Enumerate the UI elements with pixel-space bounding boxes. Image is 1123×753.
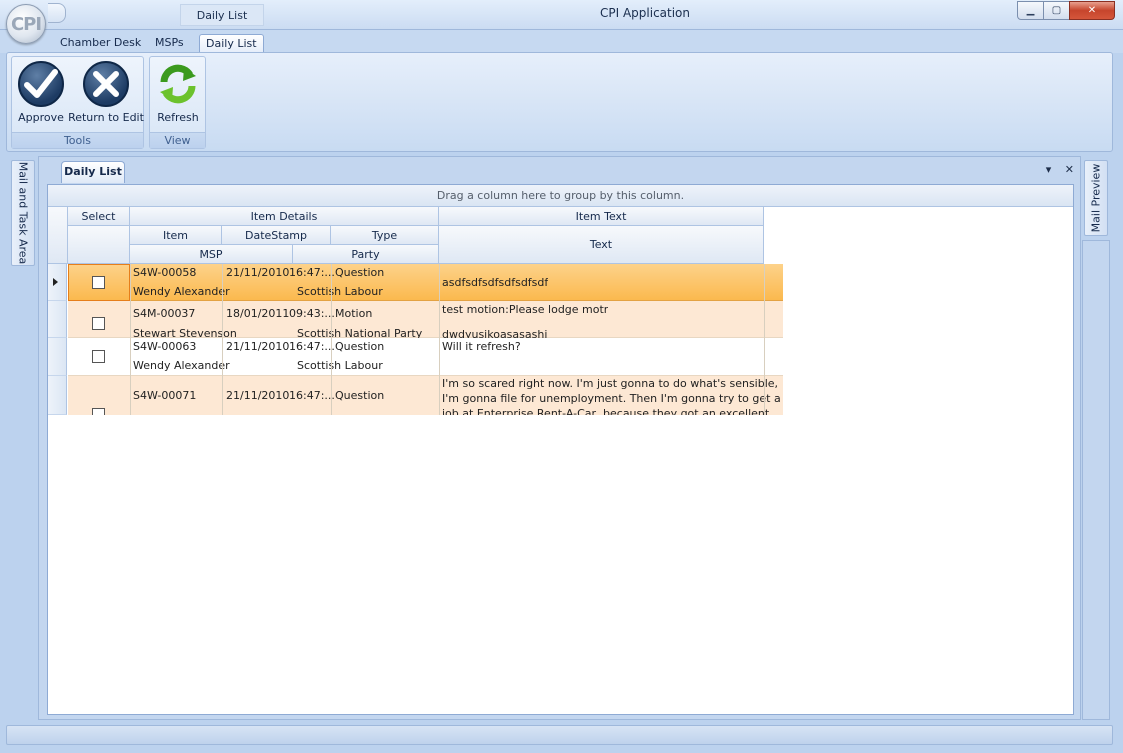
title-bar: Daily List CPI Application ▁ ▢ ✕: [0, 0, 1123, 30]
return-x-icon: [83, 61, 129, 107]
group-label-view: View: [150, 132, 205, 148]
document-title: Daily List: [180, 4, 264, 26]
tab-daily-list-document[interactable]: Daily List: [61, 161, 125, 183]
grid-line: [764, 264, 765, 415]
time-cell: 09:43:...: [289, 307, 335, 320]
refresh-label: Refresh: [157, 111, 199, 124]
text-cell: test motion:Please lodge motr: [442, 303, 609, 316]
text-cell-line-3: job at Enterprise Rent-A-Car, because th…: [442, 407, 770, 415]
group-by-panel[interactable]: Drag a column here to group by this colu…: [48, 185, 1073, 207]
item-cell: S4M-00037: [133, 307, 196, 320]
text-cell: Will it refresh?: [442, 340, 521, 353]
grid-line: [439, 264, 440, 415]
type-cell: Motion: [335, 307, 373, 320]
right-pane-gutter: [1082, 240, 1110, 720]
select-checkbox[interactable]: [92, 350, 105, 363]
column-text-header[interactable]: Text: [439, 226, 764, 264]
msp-cell: Wendy Alexander: [133, 285, 230, 298]
date-cell: 21/11/2010: [226, 266, 290, 279]
band-select[interactable]: Select: [68, 207, 130, 226]
tab-chamber-desk[interactable]: Chamber Desk: [54, 34, 147, 53]
group-label-tools: Tools: [12, 132, 143, 148]
column-party-header[interactable]: Party: [293, 245, 439, 264]
column-select-header[interactable]: [68, 226, 130, 264]
maximize-button[interactable]: ▢: [1043, 1, 1070, 20]
party-cell: Scottish Labour: [297, 359, 383, 372]
application-orb-button[interactable]: CPI: [6, 4, 46, 44]
minimize-icon: ▁: [1026, 5, 1035, 16]
document-controls: ▾ ✕: [1036, 163, 1074, 176]
date-cell: 21/11/2010: [226, 340, 290, 353]
band-item-text[interactable]: Item Text: [439, 207, 764, 226]
table-row[interactable]: S4W-00063 21/11/2010 16:47:... Question …: [68, 338, 783, 376]
type-cell: Question: [335, 340, 385, 353]
type-cell: Question: [335, 266, 385, 279]
minimize-button[interactable]: ▁: [1017, 1, 1044, 20]
maximize-icon: ▢: [1051, 5, 1062, 16]
row-indicator-header: [48, 207, 68, 264]
return-to-edit-label: Return to Edit: [68, 111, 144, 124]
daily-list-grid: Drag a column here to group by this colu…: [47, 184, 1074, 715]
item-cell: S4W-00071: [133, 389, 197, 402]
column-msp-header[interactable]: MSP: [130, 245, 293, 264]
close-button[interactable]: ✕: [1069, 1, 1115, 20]
table-row[interactable]: S4M-00037 18/01/2011 09:43:... Motion St…: [68, 301, 783, 340]
ribbon-group-tools: Approve Return to Edit Tools: [11, 56, 144, 149]
table-row[interactable]: S4W-00058 21/11/2010 16:47:... Question …: [68, 264, 783, 301]
app-title: CPI Application: [599, 6, 691, 20]
quick-access-toolbar[interactable]: [48, 3, 66, 23]
date-cell: 18/01/2011: [226, 307, 290, 320]
mail-and-task-area-label: Mail and Task Area: [16, 161, 30, 265]
row-indicator[interactable]: [48, 376, 67, 415]
grid-line: [130, 264, 131, 415]
dropdown-arrow-icon[interactable]: ▾: [1046, 163, 1052, 176]
msp-cell: Wendy Alexander: [133, 359, 230, 372]
mail-preview-label: Mail Preview: [1089, 163, 1103, 233]
mail-preview-tab[interactable]: Mail Preview: [1084, 160, 1108, 236]
row-indicator[interactable]: [48, 301, 67, 338]
column-type-header[interactable]: Type: [331, 226, 439, 245]
refresh-icon: [155, 61, 201, 107]
approve-check-icon: [18, 61, 64, 107]
orb-label: CPI: [10, 13, 42, 35]
window-controls: ▁ ▢ ✕: [1017, 1, 1115, 20]
ribbon: Approve Return to Edit Tools Refresh Vie…: [6, 52, 1113, 152]
return-to-edit-button[interactable]: Return to Edit: [68, 61, 144, 124]
row-indicator[interactable]: [48, 264, 67, 301]
document-area: Daily List ▾ ✕ Drag a column here to gro…: [38, 156, 1081, 720]
text-cell: asdfsdfsdfsdfsdfsdf: [442, 276, 549, 289]
column-datestamp-header[interactable]: DateStamp: [222, 226, 331, 245]
close-document-icon[interactable]: ✕: [1065, 163, 1074, 176]
status-bar: [6, 725, 1113, 745]
row-pointer-icon: [53, 278, 58, 286]
refresh-button[interactable]: Refresh: [152, 61, 204, 124]
party-cell: Scottish Labour: [297, 285, 383, 298]
select-checkbox[interactable]: [92, 276, 105, 289]
time-cell: 16:47:...: [289, 266, 335, 279]
mail-and-task-area-tab[interactable]: Mail and Task Area: [11, 160, 35, 266]
ribbon-tab-strip: Chamber Desk MSPs Daily List: [0, 30, 1123, 53]
approve-label: Approve: [18, 111, 64, 124]
time-cell: 16:47:...: [289, 340, 335, 353]
date-cell: 21/11/2010: [226, 389, 290, 402]
grid-line: [331, 264, 332, 415]
close-icon: ✕: [1087, 5, 1097, 16]
column-item-header[interactable]: Item: [130, 226, 222, 245]
row-indicator[interactable]: [48, 338, 67, 376]
select-checkbox[interactable]: [92, 317, 105, 330]
approve-button[interactable]: Approve: [14, 61, 68, 124]
item-cell: S4W-00063: [133, 340, 197, 353]
time-cell: 16:47:...: [289, 389, 335, 402]
text-cell-line-2: I'm gonna file for unemployment. Then I'…: [442, 392, 781, 405]
band-item-details[interactable]: Item Details: [130, 207, 439, 226]
select-checkbox[interactable]: [92, 408, 105, 415]
table-row[interactable]: S4W-00071 21/11/2010 16:47:... Question …: [68, 376, 783, 415]
grid-line: [222, 264, 223, 415]
text-cell: I'm so scared right now. I'm just gonna …: [442, 377, 779, 390]
item-cell: S4W-00058: [133, 266, 197, 279]
tab-daily-list[interactable]: Daily List: [199, 34, 264, 53]
tab-msps[interactable]: MSPs: [149, 34, 190, 53]
type-cell: Question: [335, 389, 385, 402]
ribbon-group-view: Refresh View: [149, 56, 206, 149]
